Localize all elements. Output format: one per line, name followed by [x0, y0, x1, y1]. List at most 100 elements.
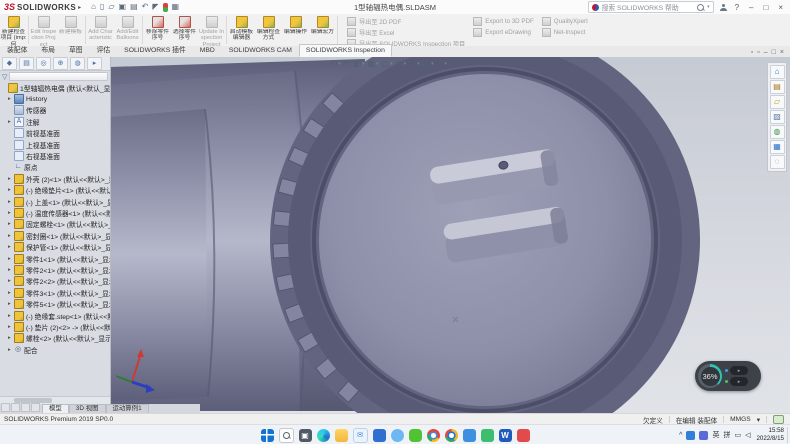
- language-indicator[interactable]: 英: [712, 430, 719, 440]
- view-settings-icon[interactable]: ✱: [437, 59, 444, 69]
- ribbon-button-add-edit-balloons[interactable]: Add/Edit Balloons: [114, 14, 141, 46]
- tree-item-上视基准面[interactable]: 上视基准面: [0, 139, 110, 150]
- tab-装配体[interactable]: 装配体: [0, 44, 34, 57]
- doc-prev-icon[interactable]: ▫: [751, 49, 753, 56]
- open-icon[interactable]: ▱: [108, 2, 114, 12]
- doc-tab-运动算例1[interactable]: 运动算例1: [106, 404, 149, 413]
- tree-item-零件3-1-默认[interactable]: ▸零件3<1> (默认<<默认>_显示状态: [0, 287, 110, 298]
- notes-app-icon[interactable]: [463, 429, 476, 442]
- view-settings-caret-icon[interactable]: ▾: [444, 61, 447, 67]
- menu-expand-icon[interactable]: ▸: [78, 4, 81, 11]
- word-icon[interactable]: W: [499, 429, 512, 442]
- solidworks-forum-icon[interactable]: ◌: [770, 155, 785, 169]
- apply-scene-caret-icon[interactable]: ▾: [431, 61, 434, 67]
- view-orientation-icon[interactable]: ▦: [367, 59, 375, 69]
- tab-solidworks-inspection[interactable]: SOLIDWORKS Inspection: [299, 44, 392, 57]
- doc-minimize-icon[interactable]: –: [764, 49, 768, 56]
- ribbon-button-update-inspection-project[interactable]: Update Inspection Project: [198, 14, 225, 46]
- section-view-icon[interactable]: ◧: [353, 59, 361, 69]
- home-icon[interactable]: ⌂: [91, 2, 96, 12]
- search-button[interactable]: [279, 428, 294, 443]
- tab-solidworks-cam[interactable]: SOLIDWORKS CAM: [222, 44, 299, 57]
- tree-item-垫片-2-2[interactable]: ▸(-) 垫片 (2)<2> -> (默认<<默认: [0, 321, 110, 332]
- tab-布局[interactable]: 布局: [34, 44, 62, 57]
- doc-next-icon[interactable]: ▫: [757, 49, 759, 56]
- export-item-导出至-excel[interactable]: 导出至 Excel: [347, 28, 465, 37]
- featuremanager-tab[interactable]: ◆: [2, 57, 17, 70]
- wechat-icon[interactable]: [409, 429, 422, 442]
- store-icon[interactable]: [373, 429, 386, 442]
- security-shield-icon[interactable]: [699, 431, 708, 440]
- propertymanager-tab[interactable]: ▤: [19, 57, 34, 70]
- export-item-export-edrawing[interactable]: Export eDrawing: [473, 28, 534, 37]
- tab-nav-prev-icon[interactable]: [11, 403, 20, 412]
- doc-tab-模型[interactable]: 模型: [42, 404, 69, 413]
- tree-item-绝缘垫片-1[interactable]: ▸(-) 绝缘垫片<1> (默认<<默认>_显: [0, 185, 110, 196]
- zoom-widget-button-bottom[interactable]: ▸: [730, 377, 748, 386]
- tab-mbd[interactable]: MBD: [193, 44, 222, 57]
- search-caret-icon[interactable]: ▾: [707, 4, 710, 10]
- model-3d-view[interactable]: [110, 57, 790, 413]
- tray-app-blue-icon[interactable]: [686, 431, 695, 440]
- red-app-icon[interactable]: [517, 429, 530, 442]
- tree-item-上盖-1-默[interactable]: ▸(-) 上盖<1> (默认<<默认>_显示状: [0, 196, 110, 207]
- export-item-qualityxpert[interactable]: QualityXpert: [542, 17, 588, 26]
- dimxpertmanager-tab[interactable]: ⊕: [53, 57, 68, 70]
- options-icon[interactable]: ▦: [172, 2, 180, 12]
- undo-icon[interactable]: ↶: [142, 2, 149, 12]
- start-button[interactable]: [261, 429, 274, 442]
- edit-appearance-icon[interactable]: ◍: [409, 59, 416, 69]
- print-icon[interactable]: ▤: [130, 2, 138, 12]
- ribbon-button-启动模板编辑器[interactable]: 启动模板编辑器: [228, 14, 255, 46]
- tree-item-1型轴辐热电偶-默认[interactable]: 1型轴辐热电偶 (默认<默认_显示状态-1>: [0, 82, 110, 93]
- tree-item-注解[interactable]: ▸A注解: [0, 116, 110, 127]
- restore-button[interactable]: □: [761, 3, 770, 12]
- section-view-caret-icon[interactable]: ▾: [362, 61, 365, 67]
- tab-评估[interactable]: 评估: [90, 44, 118, 57]
- browser-2-icon[interactable]: [445, 429, 458, 442]
- tab-nav-next-icon[interactable]: [21, 403, 30, 412]
- units-caret-icon[interactable]: ▾: [757, 416, 760, 424]
- tree-item-密封圈-1-默认[interactable]: ▸密封圈<1> (默认<<默认>_显示状: [0, 230, 110, 241]
- select-icon[interactable]: ◤: [152, 2, 158, 12]
- tree-item-外壳-2-1-默[interactable]: ▸外壳 (2)<1> (默认<<默认>_显示状: [0, 173, 110, 184]
- doc-tab-3d-视图[interactable]: 3D 视图: [69, 404, 106, 413]
- hide-show-items-caret-icon[interactable]: ▾: [404, 61, 407, 67]
- tree-item-原点[interactable]: ∟原点: [0, 162, 110, 173]
- design-library-icon[interactable]: ▤: [770, 80, 785, 94]
- doc-close-icon[interactable]: ×: [780, 49, 784, 56]
- close-button[interactable]: ×: [776, 3, 785, 12]
- tree-item-温度传感器-1[interactable]: ▸(-) 温度传感器<1> (默认<<默认>_: [0, 207, 110, 218]
- display-style-caret-icon[interactable]: ▾: [390, 61, 393, 67]
- export-item-导出至-2d-pdf[interactable]: 导出至 2D PDF: [347, 17, 465, 26]
- file-explorer-icon[interactable]: [335, 429, 348, 442]
- tab-nav-first-icon[interactable]: [1, 403, 10, 412]
- comment-bubble-icon[interactable]: [773, 415, 784, 424]
- tree-item-零件1-1-默认[interactable]: ▸零件1<1> (默认<<默认>_显示状态: [0, 253, 110, 264]
- search-input[interactable]: 搜索 SOLIDWORKS 帮助 ▾: [588, 1, 714, 13]
- hidden-icons-chevron[interactable]: ^: [679, 432, 682, 439]
- tab-solidworks-插件[interactable]: SOLIDWORKS 插件: [117, 44, 193, 57]
- edge-icon[interactable]: [317, 429, 330, 442]
- ribbon-button-编辑检查方式[interactable]: 编辑检查方式: [255, 14, 282, 46]
- ribbon-button-新建检查项目-imp-何[interactable]: 新建检查项目 (imp:何: [0, 14, 27, 46]
- zoom-area-icon[interactable]: ◱: [330, 59, 338, 69]
- tree-item-history[interactable]: ▸History: [0, 93, 110, 104]
- tree-item-前视基准面[interactable]: 前视基准面: [0, 128, 110, 139]
- apply-scene-icon[interactable]: ▩: [423, 59, 431, 69]
- tree-item-固定螺栓-1-默认[interactable]: ▸固定螺栓<1> (默认<<默认>_显示: [0, 219, 110, 230]
- ribbon-button-编辑宏方[interactable]: 编辑宏方: [309, 14, 336, 46]
- search-icon[interactable]: [697, 4, 704, 11]
- task-view-button[interactable]: ▣: [299, 429, 312, 442]
- configurationmanager-tab[interactable]: ◎: [36, 57, 51, 70]
- zoom-area-caret-icon[interactable]: ▾: [338, 61, 341, 67]
- displaymanager-tab[interactable]: ◍: [70, 57, 85, 70]
- edit-appearance-caret-icon[interactable]: ▾: [417, 61, 420, 67]
- filter-input[interactable]: [9, 72, 108, 81]
- tree-item-零件2-2-默认[interactable]: ▸零件2<2> (默认<<默认>_显示状态: [0, 276, 110, 287]
- minimize-button[interactable]: –: [747, 3, 755, 12]
- tab-nav-last-icon[interactable]: [31, 403, 40, 412]
- solidworks-resources-icon[interactable]: ⌂: [770, 65, 785, 79]
- view-palette-icon[interactable]: ▨: [770, 110, 785, 124]
- tree-item-螺栓-2-默认-默[interactable]: ▸螺栓<2> (默认<<默认>_显示状态: [0, 333, 110, 344]
